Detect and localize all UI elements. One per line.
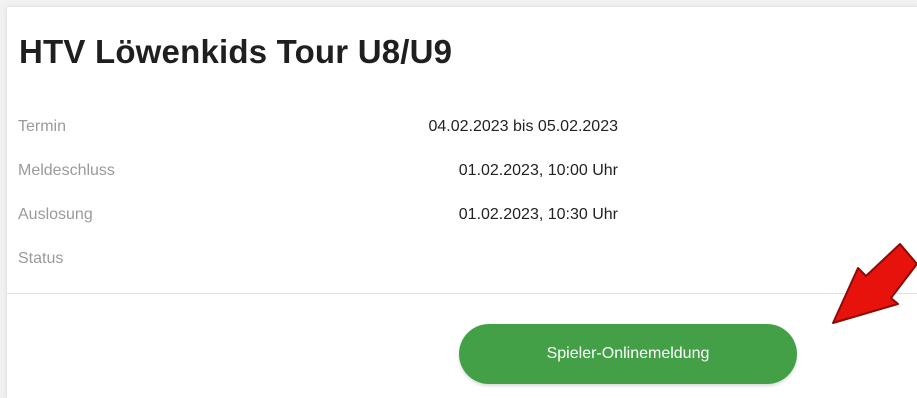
detail-value: 01.02.2023, 10:00 Uhr: [458, 162, 618, 179]
detail-value: 04.02.2023 bis 05.02.2023: [428, 118, 619, 135]
detail-row-auslosung: Auslosung 01.02.2023, 10:30 Uhr: [18, 206, 618, 230]
detail-label: Termin: [18, 118, 67, 135]
detail-label: Status: [18, 250, 64, 267]
detail-label: Meldeschluss: [18, 162, 115, 179]
detail-row-meldeschluss: Meldeschluss 01.02.2023, 10:00 Uhr: [18, 162, 618, 186]
detail-row-termin: Termin 04.02.2023 bis 05.02.2023: [18, 118, 618, 142]
page-title: HTV Löwenkids Tour U8/U9: [19, 33, 453, 70]
detail-label: Auslosung: [18, 206, 93, 223]
detail-row-status: Status: [18, 250, 618, 274]
player-online-registration-button[interactable]: Spieler-Onlinemeldung: [459, 324, 797, 384]
red-arrow-icon: [832, 243, 917, 324]
divider: [7, 293, 917, 294]
detail-value: 01.02.2023, 10:30 Uhr: [458, 206, 618, 223]
tournament-card: HTV Löwenkids Tour U8/U9 Termin 04.02.20…: [7, 7, 917, 398]
